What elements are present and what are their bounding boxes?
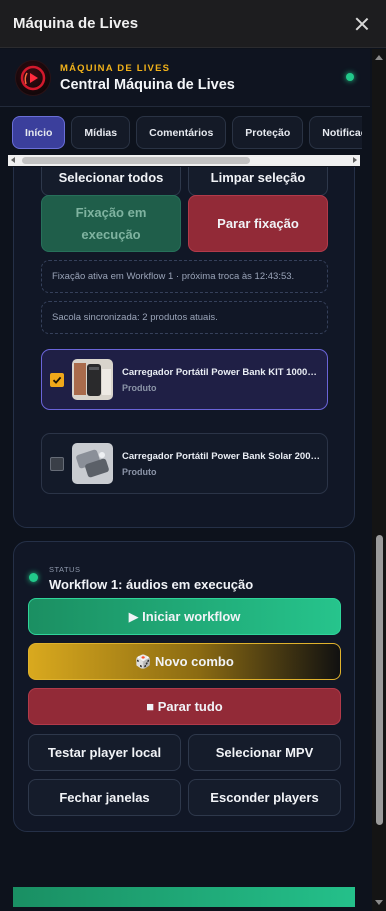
product-checkbox[interactable] (50, 372, 64, 387)
start-workflow-button[interactable]: ▶ Iniciar workflow (28, 598, 341, 635)
scrollbar-thumb[interactable] (376, 535, 383, 825)
product-image (72, 443, 113, 484)
close-windows-button[interactable]: Fechar janelas (28, 779, 181, 816)
status-label: STATUS (49, 565, 81, 574)
tab-notificacoes[interactable]: Notificações (309, 116, 362, 149)
main-content: Selecionar todos Limpar seleção Fixação … (0, 167, 372, 911)
app-header: MÁQUINA DE LIVES Central Máquina de Live… (0, 49, 370, 107)
product-subtitle: Produto (122, 382, 157, 393)
status-text: Workflow 1: áudios em execução (49, 577, 254, 592)
clear-selection-button[interactable]: Limpar seleção (188, 167, 328, 196)
stop-all-button[interactable]: ■ Parar tudo (28, 688, 341, 725)
tab-midias[interactable]: Mídias (71, 116, 131, 149)
scroll-right-icon[interactable] (353, 157, 357, 163)
product-title: Carregador Portátil Power Bank KIT 10000… (122, 366, 322, 378)
product-image (72, 359, 113, 400)
scroll-up-icon[interactable] (375, 55, 383, 60)
tab-comentarios[interactable]: Comentários (136, 116, 227, 149)
scrollbar-thumb[interactable] (22, 157, 250, 164)
select-all-button[interactable]: Selecionar todos (41, 167, 181, 196)
window-title: Máquina de Lives (13, 15, 139, 32)
new-combo-button[interactable]: 🎲 Novo combo (28, 643, 341, 680)
tabs-horizontal-scrollbar[interactable] (8, 155, 360, 166)
close-icon[interactable] (352, 14, 372, 34)
brand-title: Central Máquina de Lives (60, 76, 235, 93)
tab-inicio[interactable]: Início (12, 116, 66, 149)
play-logo-icon (20, 65, 46, 90)
scroll-down-icon[interactable] (375, 900, 383, 905)
fixation-panel: Selecionar todos Limpar seleção Fixação … (13, 167, 355, 528)
hide-players-button[interactable]: Esconder players (188, 779, 341, 816)
tab-protecao[interactable]: Proteção (232, 116, 304, 149)
fixation-running-button[interactable]: Fixação em execução (41, 195, 181, 252)
product-checkbox[interactable] (50, 456, 64, 471)
online-indicator (346, 73, 354, 81)
product-item[interactable]: Carregador Portátil Power Bank Solar 200… (41, 433, 328, 494)
stop-fixation-button[interactable]: Parar fixação (188, 195, 328, 252)
product-subtitle: Produto (122, 466, 157, 477)
status-indicator (29, 573, 38, 582)
product-item[interactable]: Carregador Portátil Power Bank KIT 10000… (41, 349, 328, 410)
product-title: Carregador Portátil Power Bank Solar 200… (122, 450, 322, 462)
tab-bar: Início Mídias Comentários Proteção Notif… (12, 116, 362, 150)
workflow-panel: STATUS Workflow 1: áudios em execução ▶ … (13, 541, 355, 832)
fixation-info: Fixação ativa em Workflow 1 · próxima tr… (41, 260, 328, 293)
test-player-button[interactable]: Testar player local (28, 734, 181, 771)
select-mpv-button[interactable]: Selecionar MPV (188, 734, 341, 771)
app-logo (15, 59, 51, 96)
scroll-left-icon[interactable] (11, 157, 15, 163)
brand-kicker: MÁQUINA DE LIVES (60, 62, 171, 74)
bottom-progress-bar (13, 887, 355, 907)
vertical-scrollbar[interactable] (372, 49, 386, 911)
check-icon (52, 376, 62, 384)
bag-sync-info: Sacola sincronizada: 2 produtos atuais. (41, 301, 328, 334)
window-titlebar: Máquina de Lives (0, 0, 386, 48)
